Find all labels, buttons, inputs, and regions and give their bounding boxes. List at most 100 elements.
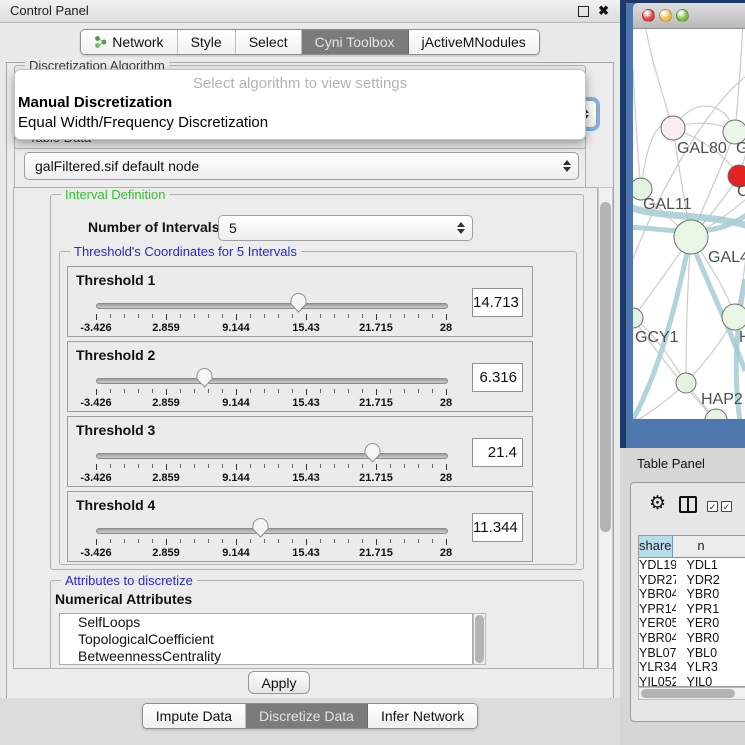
table-horizontal-scrollbar[interactable] (638, 687, 745, 700)
attribute-list-item[interactable]: BetweennessCentrality (60, 648, 472, 665)
tick-label: 21.715 (359, 397, 393, 409)
table-row[interactable]: YDL19…YDL1 (639, 558, 745, 573)
panel-title: Control Panel (10, 0, 89, 22)
tab-network[interactable]: Network (81, 30, 177, 54)
tick-label: 28 (440, 397, 452, 409)
group-title: Interval Definition (61, 187, 169, 202)
tab-select[interactable]: Select (236, 30, 302, 54)
tab-label: Style (191, 34, 222, 50)
threshold-label: Threshold 3 (76, 422, 155, 438)
tick-label: 9.144 (222, 397, 250, 409)
slider-tick (404, 464, 405, 468)
slider-thumb[interactable] (364, 443, 381, 463)
network-edge[interactable] (645, 29, 673, 128)
network-node-h[interactable] (722, 304, 745, 330)
dropdown-item-manual-discretization[interactable]: Manual Discretization (15, 93, 585, 113)
slider-tick (432, 389, 433, 393)
cell-name: YDL1 (676, 558, 745, 573)
tab-infer-network[interactable]: Infer Network (368, 704, 477, 728)
table-row[interactable]: YER054CYER0 (639, 616, 745, 631)
tick-label: 2.859 (152, 547, 180, 559)
table-row[interactable]: YBR043CYBR0 (639, 587, 745, 602)
tab-label: Discretize Data (259, 708, 354, 724)
slider-track[interactable] (96, 378, 448, 384)
slider-tick (250, 464, 251, 468)
threshold-value-field[interactable]: 11.344 (472, 513, 523, 542)
numerical-attributes-list[interactable]: SelfLoopsTopologicalCoefficientBetweenne… (59, 613, 473, 665)
dropdown-item-equal-width-frequency-discretization[interactable]: Equal Width/Frequency Discretization (15, 113, 585, 133)
slider-tick (278, 539, 279, 543)
scrollbar-thumb[interactable] (641, 689, 735, 698)
tab-cyni-toolbox[interactable]: Cyni Toolbox (302, 30, 409, 54)
tab-label: Impute Data (156, 708, 232, 724)
threshold-value-field[interactable]: 21.4 (472, 438, 523, 467)
slider-tick (334, 464, 335, 468)
minimize-traffic-light-icon[interactable] (659, 9, 672, 22)
table-row[interactable]: YBR045CYBR0 (639, 631, 745, 646)
slider-thumb[interactable] (252, 518, 269, 538)
slider-tick (306, 464, 307, 470)
slider-track[interactable] (96, 528, 448, 534)
slider-tick (222, 389, 223, 393)
threshold-value-field[interactable]: 14.713 (472, 288, 523, 317)
zoom-traffic-light-icon[interactable] (676, 9, 689, 22)
cell-shared-name: YER054C (639, 616, 676, 631)
columns-icon[interactable] (679, 496, 697, 513)
node-label: G (736, 140, 745, 157)
network-edge[interactable] (633, 69, 641, 189)
slider-tick (278, 389, 279, 393)
tab-jactivemnodules[interactable]: jActiveMNodules (409, 30, 539, 54)
attribute-list-item[interactable]: SelfLoops (60, 614, 472, 631)
slider-thumb[interactable] (196, 368, 213, 388)
node-label: GAL11 (643, 196, 692, 213)
slider-tick (404, 314, 405, 318)
table-data-combobox[interactable]: galFiltered.sif default node (24, 152, 579, 180)
network-edge[interactable] (735, 29, 743, 132)
slider-tick (306, 539, 307, 545)
table-row[interactable]: YDR27…YDR2 (639, 573, 745, 588)
node-label: GAL80 (677, 140, 727, 157)
close-icon[interactable]: ✖ (598, 2, 609, 20)
settings-scrollbar[interactable] (598, 187, 613, 669)
slider-tick (138, 314, 139, 318)
tick-label: 28 (440, 547, 452, 559)
column-header-name[interactable]: n (673, 536, 745, 557)
table-row[interactable]: YIL052CYIL0 (639, 675, 745, 687)
network-node-gal4[interactable] (674, 220, 708, 254)
table-row[interactable]: YLR345WYLR3 (639, 660, 745, 675)
float-window-icon[interactable] (578, 6, 589, 17)
slider-tick (320, 314, 321, 318)
slider-tick (362, 539, 363, 543)
network-node-gal80[interactable] (661, 116, 685, 140)
cell-name: YER0 (676, 616, 745, 631)
attribute-list-item[interactable]: TopologicalCoefficient (60, 631, 472, 648)
slider-tick (208, 389, 209, 393)
network-canvas[interactable]: GAL80GCGAL11GAL4GCY1HHAP2 (633, 29, 745, 419)
column-header-shared-name[interactable]: shared… (639, 536, 673, 557)
tab-impute-data[interactable]: Impute Data (143, 704, 246, 728)
slider-track[interactable] (96, 453, 448, 459)
attributes-scrollbar[interactable] (473, 613, 486, 665)
scrollbar-thumb[interactable] (600, 202, 611, 532)
close-traffic-light-icon[interactable] (642, 9, 655, 22)
numerical-attributes-label: Numerical Attributes (55, 591, 192, 607)
slider-tick (208, 464, 209, 468)
slider-tick (166, 464, 167, 470)
number-of-intervals-combobox[interactable]: 5 (218, 215, 473, 241)
network-node-hap2[interactable] (676, 373, 696, 393)
node-label: C (737, 183, 745, 200)
tab-style[interactable]: Style (178, 30, 236, 54)
table-row[interactable]: YBL079WYBL0 (639, 646, 745, 661)
slider-thumb[interactable] (290, 293, 307, 313)
table-row[interactable]: YPR145WYPR1 (639, 602, 745, 617)
checkbox-icon[interactable]: ✓ (721, 501, 732, 512)
threshold-value-field[interactable]: 6.316 (472, 363, 523, 392)
checkbox-icon[interactable]: ✓ (707, 501, 718, 512)
slider-track[interactable] (96, 303, 448, 309)
apply-button[interactable]: Apply (248, 671, 310, 694)
network-window-titlebar[interactable] (633, 3, 745, 29)
tab-discretize-data[interactable]: Discretize Data (246, 704, 368, 728)
gear-icon[interactable]: ⚙ (649, 493, 666, 515)
slider-tick (348, 539, 349, 543)
slider-tick (418, 389, 419, 393)
